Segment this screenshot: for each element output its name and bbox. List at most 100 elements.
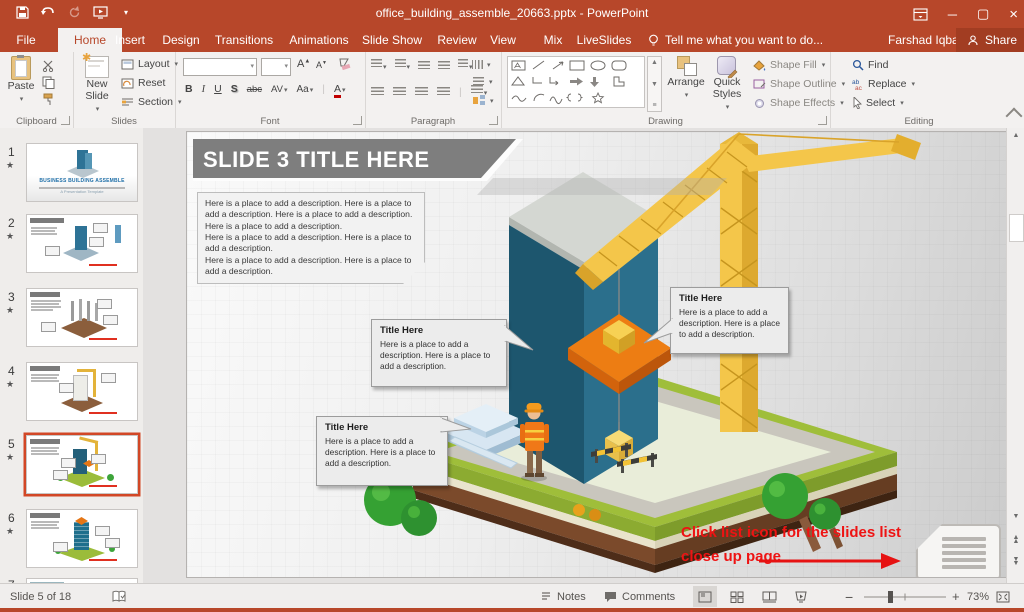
bullets-button[interactable] — [371, 59, 387, 72]
tell-me-box[interactable]: Tell me what you want to do... — [648, 28, 823, 52]
font-size-combobox[interactable] — [261, 58, 291, 76]
paragraph-dialog-launcher[interactable] — [489, 116, 498, 125]
zoom-slider[interactable] — [862, 584, 948, 609]
shapes-gallery[interactable] — [507, 56, 645, 108]
layout-button[interactable]: Layout — [121, 58, 178, 70]
smartart-button[interactable] — [473, 95, 494, 106]
thumb-number: 1 — [8, 145, 15, 159]
spell-check-icon[interactable] — [112, 584, 127, 609]
increase-font-size-button[interactable]: A▲ — [297, 58, 310, 70]
fit-to-window-button[interactable] — [996, 584, 1010, 609]
slide-thumbnail-4[interactable] — [26, 362, 138, 421]
section-button[interactable]: Section — [121, 96, 182, 108]
text-shadow-button[interactable]: S — [231, 83, 238, 95]
previous-slide-button[interactable]: ▲▲ — [1007, 536, 1024, 544]
decrease-font-size-button[interactable]: A▼ — [316, 60, 327, 70]
slide-thumbnail-3[interactable] — [26, 288, 138, 347]
shape-fill-button[interactable]: Shape Fill — [753, 59, 825, 71]
next-slide-button[interactable]: ▼▼ — [1007, 558, 1024, 566]
ribbon-display-options-icon[interactable] — [913, 8, 928, 21]
increase-indent-button[interactable] — [438, 61, 450, 71]
align-text-button[interactable] — [473, 77, 493, 87]
drawing-dialog-launcher[interactable] — [818, 116, 827, 125]
clipboard-dialog-launcher[interactable] — [61, 116, 70, 125]
description-textbox[interactable]: Here is a place to add a description. He… — [197, 192, 425, 284]
slide-thumbnail-1[interactable]: BUSINESS BUILDING ASSEMBLE A Presentatio… — [26, 143, 138, 202]
callout-bottom-left[interactable]: Title Here Here is a place to add a desc… — [316, 416, 448, 486]
character-spacing-button[interactable]: AV — [271, 84, 287, 95]
tab-design[interactable]: Design — [158, 28, 204, 52]
shapes-gallery-scrollbar[interactable]: ▲▼≡ — [647, 56, 662, 112]
change-case-button[interactable]: Aa — [297, 84, 314, 95]
slideshow-view-button[interactable] — [789, 586, 813, 607]
align-right-button[interactable] — [415, 87, 428, 97]
text-direction-button[interactable] — [473, 59, 491, 70]
reading-view-button[interactable] — [757, 586, 781, 607]
minimize-button[interactable]: ─ — [948, 7, 957, 22]
font-dialog-launcher[interactable] — [353, 116, 362, 125]
tab-transitions[interactable]: Transitions — [211, 28, 277, 52]
chevron-down-icon — [487, 61, 491, 69]
font-name-combobox[interactable] — [183, 58, 257, 76]
vertical-scrollbar[interactable]: ▲ ▼ ▲▲ ▼▼ — [1006, 128, 1024, 583]
animation-star-icon — [6, 526, 14, 537]
callout-middle[interactable]: Title Here Here is a place to add a desc… — [371, 319, 507, 387]
replace-button[interactable]: abac Replace — [852, 78, 915, 90]
reset-button[interactable]: Reset — [121, 77, 165, 89]
signed-in-user[interactable]: Farshad Iqbal — [888, 28, 961, 52]
format-painter-icon[interactable] — [42, 93, 55, 106]
chevron-down-icon — [822, 61, 826, 69]
scroll-down-icon[interactable]: ▼ — [1007, 513, 1024, 520]
arrange-button[interactable]: Arrange — [667, 56, 705, 100]
cut-icon[interactable] — [42, 60, 55, 72]
drawing-group-label: Drawing — [501, 116, 830, 127]
zoom-out-button[interactable]: − — [845, 584, 853, 609]
clear-formatting-icon[interactable] — [337, 58, 351, 70]
tab-view[interactable]: View — [485, 28, 521, 52]
callout-right[interactable]: Title Here Here is a place to add a desc… — [670, 287, 789, 354]
zoom-in-button[interactable]: + — [952, 584, 960, 609]
line-spacing-button[interactable] — [458, 59, 473, 72]
font-color-button[interactable]: A — [334, 83, 346, 95]
copy-icon[interactable] — [42, 76, 55, 89]
normal-view-button[interactable] — [693, 586, 717, 607]
close-button[interactable]: × — [1009, 6, 1018, 23]
italic-button[interactable]: I — [202, 84, 206, 95]
slide-canvas[interactable]: SLIDE 3 TITLE HERE Here is a place to ad… — [186, 131, 1008, 578]
tab-animations[interactable]: Animations — [287, 28, 351, 52]
tab-mix[interactable]: Mix — [538, 28, 568, 52]
quick-styles-button[interactable]: Quick Styles — [707, 56, 747, 112]
collapse-ribbon-icon[interactable] — [1006, 108, 1023, 125]
smartart-icon — [473, 95, 485, 106]
comments-button[interactable]: Comments — [604, 584, 675, 609]
bold-button[interactable]: B — [185, 83, 193, 95]
tab-review[interactable]: Review — [434, 28, 480, 52]
tab-liveslides[interactable]: LiveSlides — [576, 28, 632, 52]
zoom-level[interactable]: 73% — [967, 584, 989, 609]
align-center-button[interactable] — [393, 87, 406, 97]
align-left-button[interactable] — [371, 87, 384, 97]
justify-button[interactable] — [437, 87, 450, 97]
slide-thumbnail-5-selected[interactable] — [26, 435, 138, 494]
select-button[interactable]: Select — [852, 97, 904, 109]
underline-button[interactable]: U — [214, 83, 222, 95]
strikethrough-button[interactable]: abc — [247, 84, 262, 95]
tab-file[interactable]: File — [8, 28, 44, 52]
scroll-up-icon[interactable]: ▲ — [1007, 132, 1024, 139]
tab-insert[interactable]: Insert — [108, 28, 152, 52]
slide-thumbnail-2[interactable] — [26, 214, 138, 273]
tab-slideshow[interactable]: Slide Show — [360, 28, 424, 52]
slide-thumbnail-6[interactable] — [26, 509, 138, 568]
lightbulb-icon — [648, 34, 659, 47]
decrease-indent-button[interactable] — [418, 61, 430, 71]
maximize-button[interactable]: ▢ — [977, 6, 989, 22]
numbering-button[interactable] — [395, 59, 411, 72]
slide-title-banner[interactable]: SLIDE 3 TITLE HERE — [193, 139, 516, 178]
share-button[interactable]: Share — [956, 28, 1024, 52]
new-slide-button[interactable]: ✱ New Slide — [78, 56, 116, 114]
notes-button[interactable]: Notes — [540, 584, 586, 609]
find-button[interactable]: Find — [852, 59, 888, 71]
paste-button[interactable]: Paste — [6, 56, 36, 104]
slide-sorter-view-button[interactable] — [725, 586, 749, 607]
scrollbar-thumb[interactable] — [1009, 214, 1024, 242]
